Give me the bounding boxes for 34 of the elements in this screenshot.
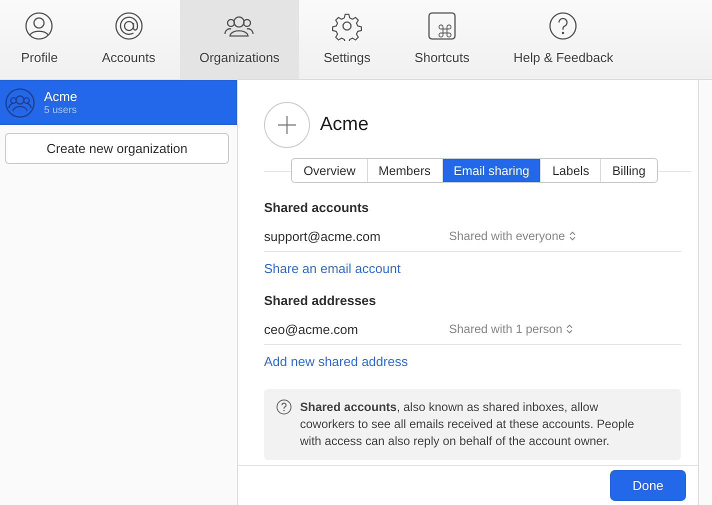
updown-chevron-icon bbox=[569, 231, 576, 241]
toolbar-button[interactable]: Accounts bbox=[82, 0, 174, 79]
help-icon bbox=[276, 399, 292, 415]
organization-name: Acme bbox=[44, 89, 78, 104]
email-address: support@acme.com bbox=[264, 228, 382, 244]
plus-icon bbox=[277, 115, 297, 135]
at-sign-icon bbox=[114, 11, 144, 41]
people-icon bbox=[5, 88, 35, 118]
toolbar-button[interactable]: Profile bbox=[2, 0, 77, 79]
toolbar-button[interactable]: Shortcuts bbox=[396, 0, 488, 79]
email-address: ceo@acme.com bbox=[264, 322, 360, 336]
toolbar-button[interactable]: Help & Feedback bbox=[494, 0, 632, 79]
person-icon bbox=[24, 11, 54, 41]
updown-chevron-icon bbox=[566, 324, 574, 334]
organization-title: Acme bbox=[320, 114, 369, 136]
sharing-dropdown[interactable]: Shared with everyone bbox=[449, 229, 576, 243]
keyboard-key-icon bbox=[427, 11, 457, 41]
help-icon bbox=[548, 11, 578, 41]
create-organization-button[interactable]: Create new organization bbox=[5, 133, 229, 164]
toolbar-button[interactable]: Settings bbox=[304, 0, 390, 79]
toolbar-button[interactable]: Organizations bbox=[180, 0, 299, 79]
section-heading: Shared addresses bbox=[264, 293, 378, 308]
tab[interactable]: Email sharing bbox=[442, 159, 540, 182]
settings-icon bbox=[332, 11, 362, 41]
info-text: Shared accounts, also known as shared inboxes, allow coworkers to see all emails received at these accounts. People with access can also reply on behalf of the account owner. bbox=[300, 399, 636, 450]
section-heading: Shared accounts bbox=[264, 200, 370, 215]
organization-item[interactable]: Acme 5 users bbox=[0, 80, 237, 125]
sharing-dropdown[interactable]: Shared with 1 person bbox=[449, 322, 574, 336]
user-count: 5 users bbox=[44, 105, 78, 116]
add-logo-button[interactable] bbox=[264, 102, 310, 148]
link[interactable]: Share an email account bbox=[264, 261, 401, 276]
done-button[interactable]: Done bbox=[610, 470, 686, 501]
link[interactable]: Add new shared address bbox=[264, 354, 408, 369]
tab[interactable]: Billing bbox=[600, 159, 657, 182]
